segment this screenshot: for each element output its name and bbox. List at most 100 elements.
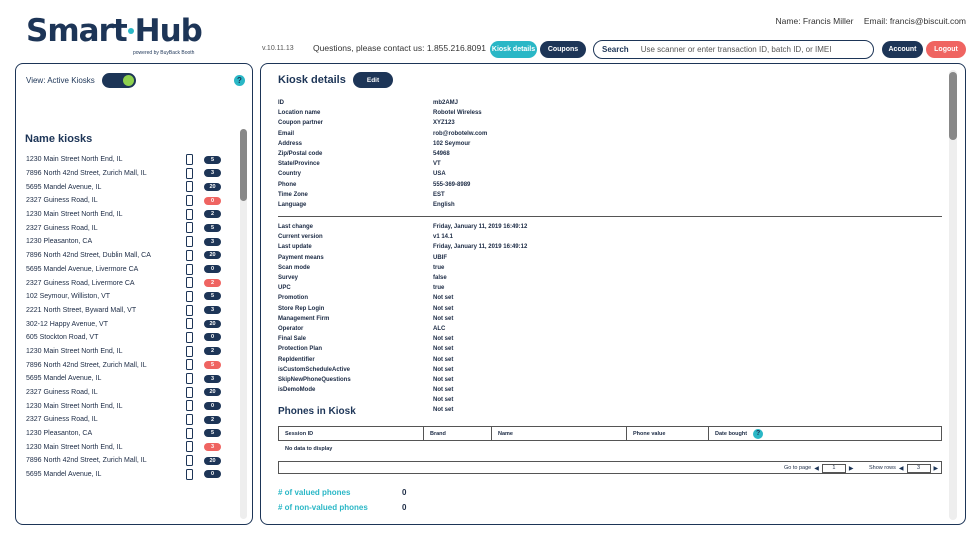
logout-button[interactable]: Logout	[926, 41, 966, 58]
kiosk-list-item[interactable]: 5695 Mandel Avenue, Livermore CA 0	[26, 263, 226, 277]
logo-wordmark: Smart Hub	[26, 14, 216, 48]
kiosk-list-item[interactable]: 5695 Mandel Avenue, IL 3	[26, 372, 226, 386]
details-divider	[278, 216, 942, 217]
next-page-icon[interactable]: ▶	[849, 465, 854, 472]
phone-icon	[186, 331, 193, 343]
kiosk-list-item[interactable]: 102 Seymour, Williston, VT 5	[26, 290, 226, 304]
column-session-id[interactable]: Session ID	[279, 427, 424, 440]
kiosk-name: 1230 Main Street North End, IL	[26, 211, 123, 219]
detail-row: Management Firm Not set	[278, 314, 527, 324]
kiosk-list-item[interactable]: 1230 Main Street North End, IL 2	[26, 208, 226, 222]
detail-row: isCustomScheduleActive Not set	[278, 365, 527, 375]
detail-key: Country	[278, 171, 301, 178]
kiosk-list-item[interactable]: 2327 Guiness Road, IL 0	[26, 194, 226, 208]
active-kiosks-toggle[interactable]	[102, 73, 136, 88]
detail-value: UBIF	[433, 254, 447, 261]
phone-count-badge: 3	[204, 237, 221, 246]
kiosk-list-item[interactable]: 2327 Guiness Road, IL 5	[26, 221, 226, 235]
detail-row: Phone 555-369-8989	[278, 180, 487, 190]
page-number-input[interactable]: 1	[821, 463, 846, 473]
column-date-bought[interactable]: Date bought ?	[709, 427, 941, 440]
kiosk-list-item[interactable]: 2327 Guiness Road, IL 2	[26, 413, 226, 427]
edit-button[interactable]: Edit	[353, 72, 393, 88]
details-scrollbar[interactable]	[949, 70, 957, 520]
search-input[interactable]	[640, 45, 873, 54]
detail-row: ID mb2AMJ	[278, 98, 487, 108]
detail-value: VT	[433, 161, 441, 168]
kiosk-list-item[interactable]: 1230 Main Street North End, IL 5	[26, 153, 226, 167]
kiosk-details-button[interactable]: Kiosk details	[490, 41, 537, 58]
phone-count-badge: 20	[204, 182, 221, 191]
rows-count-input[interactable]: 3	[906, 463, 931, 473]
prev-page-icon[interactable]: ◀	[814, 465, 819, 472]
detail-value: true	[433, 285, 445, 292]
detail-value: Friday, January 11, 2019 16:49:12	[433, 224, 528, 231]
phone-icon	[186, 277, 193, 289]
detail-key: SkipNewPhoneQuestions	[278, 376, 351, 383]
kiosk-name: 2327 Guiness Road, IL	[26, 197, 98, 205]
kiosk-list-item[interactable]: 7896 North 42nd Street, Zurich Mall, IL 5	[26, 358, 226, 372]
kiosk-list-scrollbar[interactable]	[240, 129, 247, 519]
phone-icon	[186, 222, 193, 234]
detail-value: ALC	[433, 325, 446, 332]
kiosk-list-item[interactable]: 1230 Main Street North End, IL 3	[26, 440, 226, 454]
phone-count-badge: 20	[204, 251, 221, 260]
kiosk-list-item[interactable]: 605 Stockton Road, VT 0	[26, 331, 226, 345]
detail-key: Time Zone	[278, 191, 308, 198]
scrollbar-thumb[interactable]	[949, 72, 957, 140]
kiosk-list-item[interactable]: 1230 Main Street North End, IL 2	[26, 345, 226, 359]
kiosk-name: 5695 Mandel Avenue, IL	[26, 183, 102, 191]
detail-row: Email rob@robotelw.com	[278, 129, 487, 139]
kiosk-list-item[interactable]: 302-12 Happy Avenue, VT 20	[26, 317, 226, 331]
kiosk-list-item[interactable]: 2327 Guiness Road, Livermore CA 2	[26, 276, 226, 290]
kiosk-details-title: Kiosk details	[278, 74, 346, 86]
detail-key: UPC	[278, 285, 291, 292]
detail-row: Coupon partner XYZ123	[278, 118, 487, 128]
phone-count-badge: 20	[204, 388, 221, 397]
rows-increase-icon[interactable]: ▶	[934, 465, 939, 472]
detail-row: Promotion Not set	[278, 293, 527, 303]
scrollbar-thumb[interactable]	[240, 129, 247, 201]
column-phone-value[interactable]: Phone value	[627, 427, 709, 440]
detail-row: Not set	[278, 395, 527, 405]
detail-key: Language	[278, 201, 307, 208]
column-name[interactable]: Name	[492, 427, 627, 440]
kiosk-name: 7896 North 42nd Street, Zurich Mall, IL	[26, 170, 147, 178]
detail-key: isCustomScheduleActive	[278, 366, 351, 373]
detail-value: Not set	[433, 376, 454, 383]
kiosk-list-item[interactable]: 7896 North 42nd Street, Dublin Mall, CA 2…	[26, 249, 226, 263]
kiosk-list-item[interactable]: 2327 Guiness Road, IL 20	[26, 386, 226, 400]
help-icon[interactable]: ?	[753, 428, 764, 439]
account-button[interactable]: Account	[882, 41, 923, 58]
show-rows-label: Show rows	[869, 465, 896, 471]
phone-count-badge: 2	[204, 210, 221, 219]
phone-icon	[186, 154, 193, 165]
phone-icon	[186, 318, 193, 330]
phone-count-badge: 0	[204, 470, 221, 479]
phone-count-badge: 3	[204, 306, 221, 315]
kiosk-name: 1230 Main Street North End, IL	[26, 347, 123, 355]
search-bar[interactable]: Search	[593, 40, 874, 59]
coupons-button[interactable]: Coupons	[540, 41, 586, 58]
detail-row: Address 102 Seymour	[278, 139, 487, 149]
kiosk-list-item[interactable]: 1230 Main Street North End, IL 0	[26, 399, 226, 413]
kiosk-list-item[interactable]: 7896 North 42nd Street, Zurich Mall, IL 2…	[26, 454, 226, 468]
detail-row: Final Sale Not set	[278, 334, 527, 344]
kiosk-list-item[interactable]: 5695 Mandel Avenue, IL 20	[26, 180, 226, 194]
phone-icon	[186, 208, 193, 220]
help-icon[interactable]: ?	[234, 75, 245, 86]
phone-count-badge: 3	[204, 374, 221, 383]
phones-table-header: Session ID Brand Name Phone value Date b…	[279, 427, 941, 440]
rows-decrease-icon[interactable]: ◀	[899, 465, 904, 472]
kiosk-name: 1230 Main Street North End, IL	[26, 402, 123, 410]
kiosk-list-item[interactable]: 5695 Mandel Avenue, IL 0	[26, 468, 226, 482]
logo-dot	[127, 27, 134, 34]
kiosk-list-item[interactable]: 1230 Pleasanton, CA 5	[26, 427, 226, 441]
kiosk-list-item[interactable]: 1230 Pleasanton, CA 3	[26, 235, 226, 249]
kiosk-list-item[interactable]: 7896 North 42nd Street, Zurich Mall, IL 3	[26, 167, 226, 181]
smarthub-logo[interactable]: Smart Hub powered by BuyBack Booth	[26, 14, 216, 60]
detail-key: State/Province	[278, 161, 320, 168]
kiosk-list-item[interactable]: 2221 North Street, Byward Mall, VT 3	[26, 304, 226, 318]
column-brand[interactable]: Brand	[424, 427, 492, 440]
no-data-message: No data to display	[285, 446, 333, 452]
